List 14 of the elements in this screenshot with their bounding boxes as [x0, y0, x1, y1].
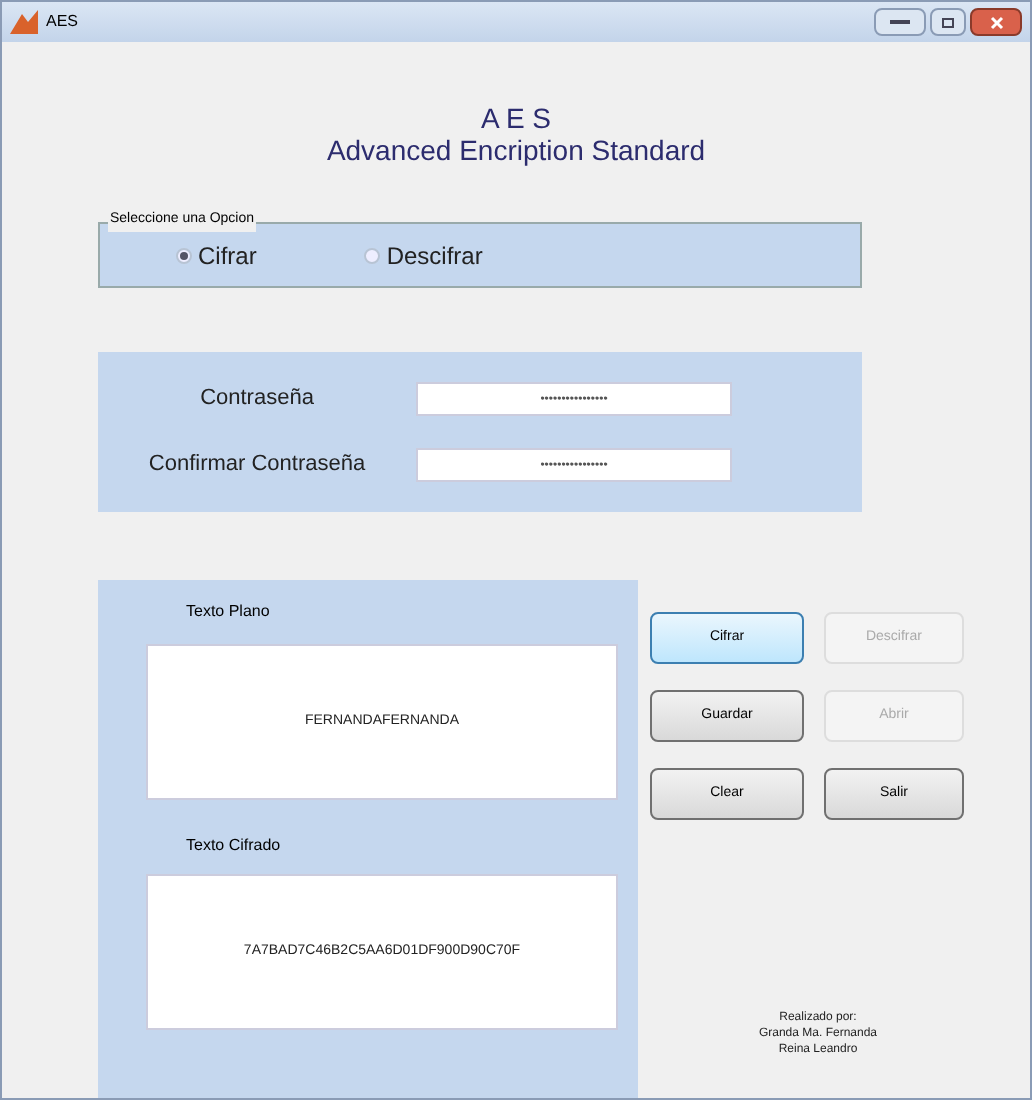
app-icon: [10, 10, 38, 34]
minimize-button[interactable]: [874, 8, 926, 36]
text-area-label: Texto Cifrado: [186, 834, 283, 858]
app-title: A E S: [480, 102, 552, 134]
close-icon: [989, 15, 1003, 29]
close-button[interactable]: [970, 8, 1022, 36]
radio-option[interactable]: Descifrar: [364, 237, 483, 273]
field-label: Confirmar Contraseña: [146, 450, 368, 481]
field-label: Contraseña: [198, 384, 316, 415]
app-subtitle: Advanced Encription Standard: [326, 134, 706, 168]
text-area-label: Texto Plano: [186, 600, 272, 624]
radio-option[interactable]: Cifrar: [176, 237, 257, 273]
maximize-button[interactable]: [930, 8, 966, 36]
window-title: AES: [46, 10, 79, 34]
